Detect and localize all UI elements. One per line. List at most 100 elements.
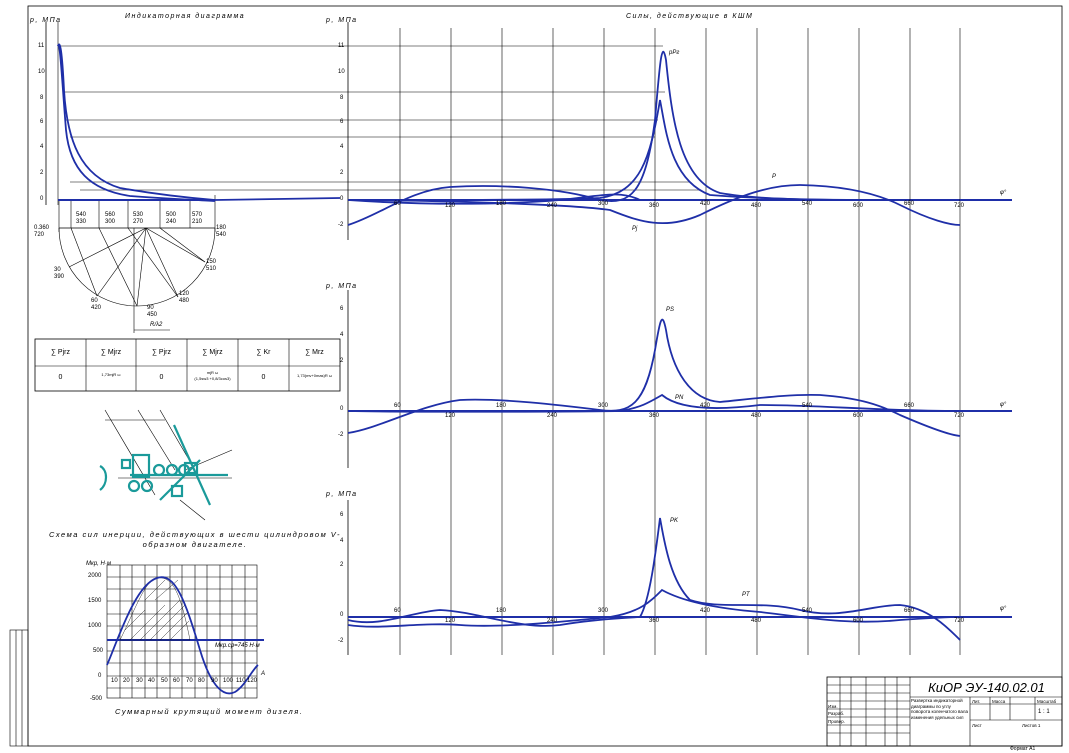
table-header: ∑ Pjrz	[51, 349, 70, 356]
indicator-angle: 560 300	[105, 212, 116, 225]
indicator-angle: 540 330	[76, 212, 87, 225]
chart2-ytick: 6	[340, 306, 344, 312]
chart2-ytick: 2	[340, 358, 344, 364]
forces-label-pj: Pj	[632, 226, 638, 232]
indicator-ylabel: p, МПа	[29, 17, 62, 24]
inertia-scheme	[99, 409, 233, 521]
stamp-col-head: Масса	[992, 699, 1006, 704]
chart2-xtick: 240	[547, 413, 558, 419]
stamp-doc-code: КиОР ЭУ-140.02.01	[928, 680, 1045, 695]
chart3-xtick: 60	[394, 608, 401, 614]
table-header: ∑ Kr	[256, 349, 271, 356]
stamp-col-head: Лит.	[972, 699, 981, 704]
chart3-xlabel: φ°	[1000, 606, 1007, 612]
chart3-xtick: 120	[445, 618, 456, 624]
torque-title: Суммарный крутящий момент дизеля.	[115, 707, 304, 716]
chart3-xtick: 480	[751, 618, 762, 624]
indicator-ytick: 0	[40, 196, 44, 202]
torque-xtick: 100	[223, 678, 234, 684]
forces-xtick: 60	[394, 201, 401, 207]
torque-mean-label: Мкр.ср=745 Н·м	[215, 643, 260, 649]
stamp-col-head: Масштаб	[1037, 699, 1057, 704]
scheme-title: Схема сил инерции, действующих в шести ц…	[48, 530, 342, 549]
table-cell: 0	[261, 374, 266, 381]
forces-label-p: P	[772, 174, 777, 180]
chart2-ylabel: p, МПа	[325, 283, 358, 290]
indicator-ytick: 2	[40, 170, 44, 176]
indicator-angle: 90 450	[147, 305, 158, 318]
chart2-label-ps: PS	[666, 307, 675, 313]
torque-ylabel: Мкр, Н·м	[86, 561, 111, 567]
torque-xtick: 60	[173, 678, 180, 684]
torque-ytick: 500	[93, 648, 104, 654]
stamp-sheets: Листов 1	[1022, 723, 1041, 728]
forces-xtick: 540	[802, 201, 813, 207]
forces-xtick: 120	[445, 203, 456, 209]
side-stamp	[9, 629, 29, 747]
torque-ytick: 1500	[88, 598, 102, 604]
indicator-angle: 570 210	[192, 212, 203, 225]
forces-ytick: -2	[338, 222, 344, 228]
table-header: ∑ Mrz	[305, 349, 324, 356]
forces-xtick: 420	[700, 201, 711, 207]
forces-xtick: 300	[598, 201, 609, 207]
indicator-ytick: 6	[40, 119, 44, 125]
balance-table	[34, 338, 341, 392]
torque-xtick: 70	[186, 678, 193, 684]
forces-ytick: 6	[340, 119, 344, 125]
forces-xtick: 360	[649, 203, 660, 209]
forces-title: Силы, действующие в КШМ	[626, 12, 753, 20]
indicator-angle: 120 480	[179, 291, 190, 304]
forces-ytick: 10	[338, 69, 345, 75]
chart3-ytick: -2	[338, 638, 344, 644]
indicator-ytick: 4	[40, 144, 44, 150]
indicator-diagram: Индикаторная диаграмма p, МПа	[29, 12, 700, 333]
torque-xtick: 110	[236, 678, 246, 684]
stamp-description: Развертка индикаторной диаграммы по углу…	[911, 698, 969, 720]
chart3-xtick: 720	[954, 618, 965, 624]
torque-end-label: A	[261, 671, 266, 677]
chart3-xtick: 660	[904, 608, 915, 614]
table-cell: 1,73(mv+0mas)R ω	[296, 373, 333, 378]
indicator-ytick: 10	[38, 69, 45, 75]
forces-ytick: 4	[340, 144, 344, 150]
forces-label-pg: pPг	[669, 50, 680, 56]
chart2-xtick: 360	[649, 413, 660, 419]
chart2-ytick: 0	[340, 406, 344, 412]
indicator-title: Индикаторная диаграмма	[125, 12, 245, 20]
torque-ytick: -500	[90, 696, 103, 702]
indicator-angle: 30 390	[54, 267, 65, 280]
table-cell: mjR ω (1,5sw3 +0,8/3cos3)	[194, 370, 231, 381]
chart3-ylabel: p, МПа	[325, 491, 358, 498]
torque-ytick: 0	[98, 673, 102, 679]
chart3-label-pk: PK	[670, 518, 679, 524]
table-header: ∑ Mjrz	[202, 349, 223, 356]
chart3-ytick: 0	[340, 612, 344, 618]
chart3-xtick: 420	[700, 608, 711, 614]
indicator-ytick: 8	[40, 95, 44, 101]
forces-ytick: 0	[340, 196, 344, 202]
chart2-xtick: 60	[394, 403, 401, 409]
chart-3: p, МПа	[325, 491, 1012, 655]
indicator-ytick: 11	[38, 43, 45, 49]
table-cell: 0	[159, 374, 164, 381]
table-cell: 1,73mjR ω	[101, 372, 121, 377]
indicator-angle: 150 510	[206, 259, 217, 272]
chart2-ytick: -2	[338, 432, 344, 438]
forces-xtick: 240	[547, 203, 558, 209]
forces-xtick: 660	[904, 201, 915, 207]
forces-xlabel: φ°	[1000, 190, 1007, 196]
torque-xtick: 20	[123, 678, 130, 684]
stamp-row: Изм.	[828, 704, 838, 709]
forces-vgrid	[399, 28, 961, 655]
chart2-xtick: 660	[904, 403, 915, 409]
chart3-xtick: 540	[802, 608, 813, 614]
chart3-xtick: 600	[853, 618, 864, 624]
torque-ytick: 1000	[88, 623, 102, 629]
stamp-sheet: Лист	[972, 723, 982, 728]
chart3-xtick: 240	[547, 618, 558, 624]
chart2-xtick: 120	[445, 413, 456, 419]
torque-xtick: 10	[111, 678, 118, 684]
torque-xtick: 40	[148, 678, 155, 684]
indicator-angle: 0.360 720	[34, 225, 50, 238]
